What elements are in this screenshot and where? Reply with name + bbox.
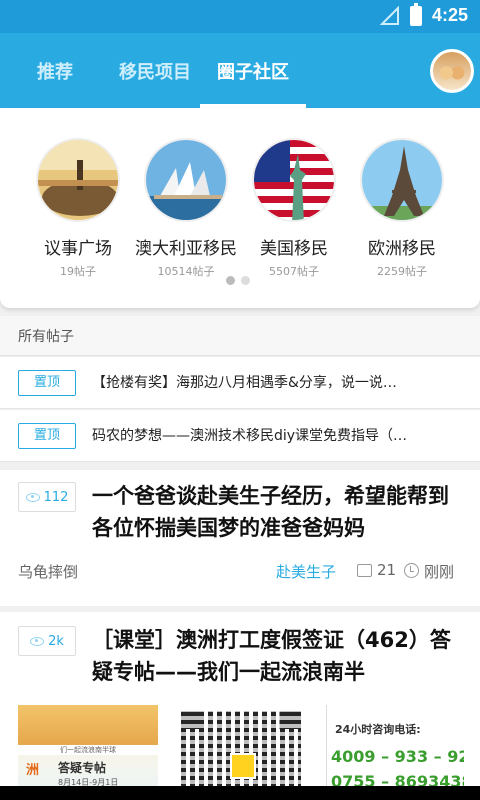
eiffel-tower-image [360,138,444,222]
tab-bar: 推荐 移民项目 圈子社区 [0,33,306,108]
clock-icon [404,563,419,578]
post-tag[interactable]: 赴美生子 [276,561,336,582]
carousel-dot [241,276,250,285]
banner-left-text: 洲 [26,763,40,778]
post-title: 一个爸爸谈赴美生子经历，希望能帮到各位怀揣美国梦的准爸爸妈妈 [92,484,449,540]
circle-post-count: 5507帖子 [269,265,319,278]
battery-icon [409,2,422,26]
status-time: 4:25 [431,5,468,25]
opera-house-image [144,138,228,222]
pinned-badge: 置顶 [18,370,76,396]
system-nav-bar [0,786,480,800]
view-count-badge: 112 [18,482,76,512]
view-count: 112 [43,489,69,505]
circle-name: 欧洲移民 [368,239,436,259]
post-title: ［课堂］澳洲打工度假签证（462）答疑专帖——我们一起流浪南半 [92,628,451,684]
view-count: 2k [48,633,64,649]
post-card[interactable]: 112 一个爸爸谈赴美生子经历，希望能帮到各位怀揣美国梦的准爸爸妈妈 乌龟摔倒 … [0,470,480,606]
circle-name: 议事广场 [44,239,112,259]
tab-immigration-projects[interactable]: 移民项目 [110,33,200,108]
comment-icon [357,564,372,577]
section-title: 所有帖子 [18,329,74,345]
post-author[interactable]: 乌龟摔倒 [18,561,78,582]
circle-item-europe[interactable]: 欧洲移民 2259帖子 [342,138,462,279]
view-count-badge: 2k [18,626,76,656]
signal-icon [379,5,399,25]
plaza-image [36,138,120,222]
phone-label: 24小时咨询电话: [335,723,421,736]
eye-icon [25,492,40,502]
circles-carousel[interactable]: 议事广场 19帖子 澳大利亚移民 10514帖子 美国移民 5507帖子 欧洲移… [0,108,480,308]
circle-item-usa[interactable]: 美国移民 5507帖子 [234,138,354,279]
post-time: 刚刚 [424,563,455,581]
phone-number-1: 4009 – 933 – 922 [331,747,464,766]
status-bar: 4:25 [0,0,480,33]
carousel-indicator [226,276,250,285]
qr-logo-icon [230,753,256,779]
circle-item-australia[interactable]: 澳大利亚移民 10514帖子 [126,138,246,279]
pinned-post[interactable]: 置顶 【抢楼有奖】海那边八月相遇季&分享，说一说… [0,357,480,409]
pinned-post-title: 【抢楼有奖】海那边八月相遇季&分享，说一说… [92,375,397,391]
tab-recommend[interactable]: 推荐 [0,33,110,108]
statue-of-liberty-image [252,138,336,222]
tab-community[interactable]: 圈子社区 [200,33,306,108]
pinned-badge: 置顶 [18,423,76,449]
section-header: 所有帖子 [0,316,480,356]
banner-title: 答疑专帖 [58,761,107,775]
tab-label: 移民项目 [119,61,191,83]
pinned-post[interactable]: 置顶 码农的梦想——澳洲技术移民diy课堂免费指导（… [0,410,480,462]
tab-label: 圈子社区 [217,61,289,83]
user-avatar[interactable] [430,49,474,93]
post-footer: 乌龟摔倒 赴美生子 21 刚刚 [0,551,480,591]
circle-post-count: 2259帖子 [377,265,427,278]
carousel-dot-active [226,276,235,285]
circle-post-count: 19帖子 [60,265,96,278]
comment-count: 21 [377,561,397,579]
circle-item-discussion[interactable]: 议事广场 19帖子 [18,138,138,279]
eye-icon [30,636,45,646]
tab-label: 推荐 [37,61,73,83]
pinned-post-title: 码农的梦想——澳洲技术移民diy课堂免费指导（… [92,428,408,444]
circle-name: 澳大利亚移民 [135,239,237,259]
app-bar: 推荐 移民项目 圈子社区 [0,33,480,108]
circle-name: 美国移民 [260,239,328,259]
